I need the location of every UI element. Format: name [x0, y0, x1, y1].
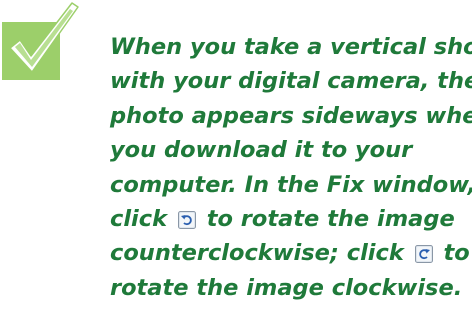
rotate-counterclockwise-icon: [177, 211, 196, 230]
tip-text: When you take a vertical shot with your …: [110, 30, 472, 305]
checkmark-box-icon: [2, 2, 79, 80]
rotate-clockwise-icon: [414, 245, 433, 264]
tip-line-2: with your digital camera, the: [110, 68, 472, 95]
tip-line-4: you download it to your: [110, 137, 413, 164]
tip-line-6-start: click: [110, 206, 168, 233]
tip-line-1: When you take a vertical shot: [110, 34, 472, 60]
tip-line-6: click to rotate the image: [110, 202, 470, 236]
tip-line-5: computer. In the Fix window,: [110, 171, 472, 198]
tip-line-3: photo appears sideways when: [110, 102, 472, 129]
tip-line-6-end: to rotate the image: [206, 206, 455, 233]
tip-line-7: counterclockwise; click to: [110, 236, 470, 270]
tip-line-7-start: counterclockwise; click: [110, 240, 404, 267]
tip-line-7-end: to: [443, 240, 470, 267]
tip-line-8: rotate the image clockwise.: [110, 274, 463, 301]
